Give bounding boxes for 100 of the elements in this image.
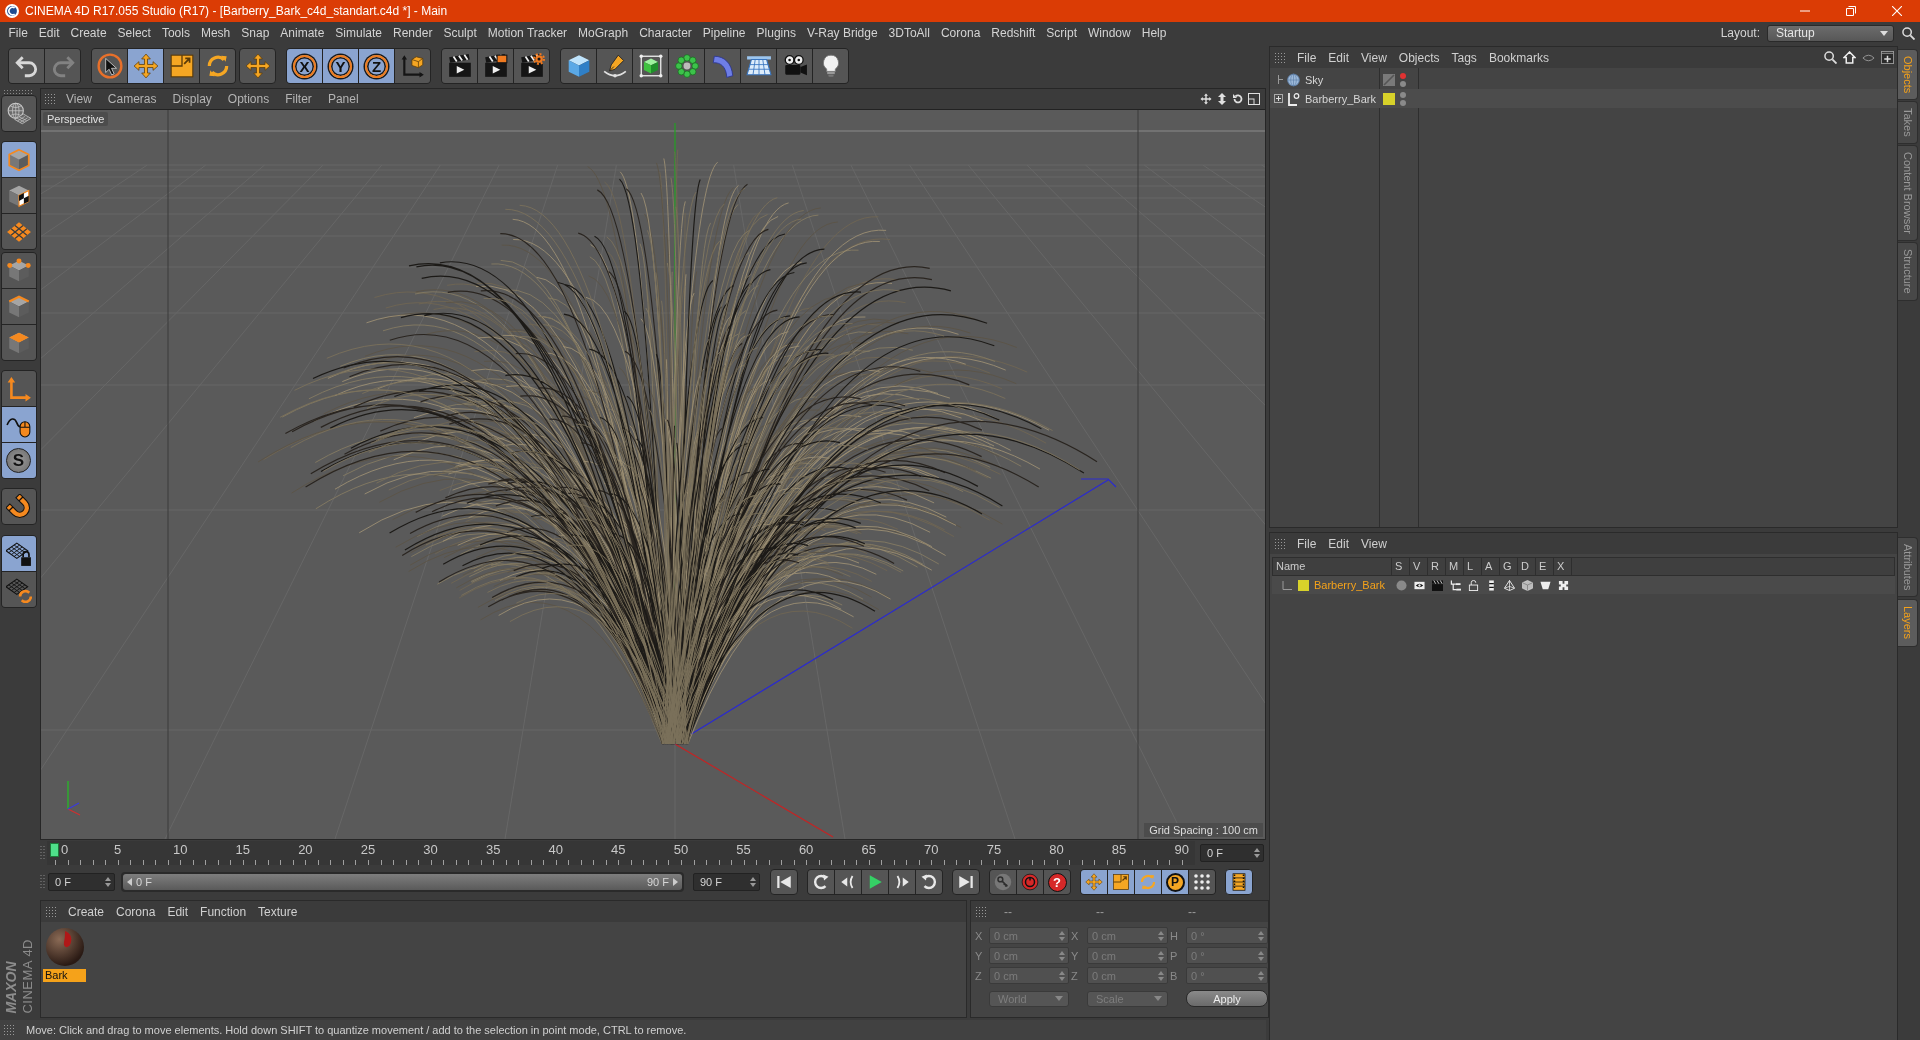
polygons-button[interactable] bbox=[1, 325, 36, 360]
column-header[interactable]: M bbox=[1446, 558, 1464, 575]
render-view-button[interactable] bbox=[442, 49, 477, 83]
menu-item[interactable]: Sculpt bbox=[437, 26, 483, 40]
next-key-button[interactable] bbox=[916, 870, 942, 894]
texture-button[interactable] bbox=[1, 178, 36, 213]
key-point-level-button[interactable] bbox=[1189, 870, 1215, 894]
spinner-icon[interactable] bbox=[750, 877, 756, 887]
menu-item[interactable]: Simulate bbox=[329, 26, 388, 40]
column-header[interactable]: L bbox=[1464, 558, 1482, 575]
menu-item[interactable]: Edit bbox=[33, 26, 66, 40]
unlocked-icon[interactable] bbox=[1467, 579, 1479, 591]
cup-icon[interactable] bbox=[1539, 579, 1551, 591]
panel-menu-item[interactable]: Edit bbox=[161, 904, 195, 919]
grip-icon[interactable] bbox=[1275, 51, 1287, 64]
hierarchy-icon[interactable] bbox=[1449, 579, 1461, 591]
move-button[interactable] bbox=[239, 48, 276, 84]
viewport-menu-item[interactable]: Display bbox=[164, 92, 220, 106]
new-panel-icon[interactable] bbox=[1881, 51, 1894, 64]
column-header[interactable]: X bbox=[1554, 558, 1572, 575]
material-name[interactable]: Bark bbox=[43, 969, 86, 982]
cube-icon[interactable] bbox=[1521, 579, 1533, 591]
pyramid-icon[interactable] bbox=[1503, 579, 1515, 591]
play-button[interactable] bbox=[862, 870, 888, 894]
align-workplane-button[interactable] bbox=[1, 572, 36, 607]
layer-color-swatch[interactable] bbox=[1298, 579, 1309, 591]
menu-item[interactable]: Snap bbox=[235, 26, 275, 40]
render-settings-button[interactable] bbox=[514, 49, 549, 83]
panel-menu-item[interactable]: Corona bbox=[110, 904, 162, 919]
frame-range-bar[interactable]: 0 F 90 F bbox=[123, 874, 682, 890]
menu-item[interactable]: Animate bbox=[274, 26, 330, 40]
rotate-button[interactable] bbox=[200, 49, 235, 83]
axis-lock-button[interactable]: Y bbox=[323, 49, 358, 83]
pen-button[interactable] bbox=[597, 49, 632, 83]
column-header[interactable]: Name bbox=[1273, 558, 1392, 575]
prev-key-button[interactable] bbox=[808, 870, 834, 894]
object-name[interactable]: Sky bbox=[1305, 73, 1324, 86]
viewport-canvas[interactable]: Perspective Grid Spacing : 100 cm bbox=[41, 109, 1265, 839]
menu-item[interactable]: Window bbox=[1082, 26, 1137, 40]
menu-item[interactable]: Help bbox=[1136, 26, 1172, 40]
next-frame-button[interactable] bbox=[889, 870, 915, 894]
panel-menu-item[interactable]: Tags bbox=[1445, 50, 1483, 65]
clapperboard-icon[interactable] bbox=[1431, 579, 1443, 591]
snap-button[interactable]: S bbox=[1, 443, 36, 478]
grip-icon[interactable] bbox=[46, 905, 58, 918]
spinner-icon[interactable] bbox=[1254, 848, 1260, 858]
grip-icon[interactable] bbox=[45, 93, 57, 105]
menu-item[interactable]: Redshift bbox=[985, 26, 1041, 40]
eye-icon[interactable] bbox=[1413, 579, 1425, 591]
timeline-ruler[interactable]: 0 5 10 15 20 25 30 35 40 45 50 55 60 65 70 75 80 85 90 bbox=[47, 841, 1195, 865]
grip-icon[interactable] bbox=[1275, 537, 1287, 550]
panel-menu-item[interactable]: File bbox=[1291, 536, 1323, 551]
material-sphere-icon[interactable] bbox=[44, 927, 85, 967]
grip-icon[interactable] bbox=[40, 846, 46, 860]
camera-button[interactable] bbox=[777, 49, 812, 83]
live-select-button[interactable] bbox=[92, 49, 127, 83]
restore-icon[interactable] bbox=[1846, 6, 1856, 16]
floor-button[interactable] bbox=[741, 49, 776, 83]
window-icon[interactable] bbox=[1248, 93, 1260, 105]
panel-menu-item[interactable]: Edit bbox=[1322, 536, 1356, 551]
column-header[interactable]: S bbox=[1392, 558, 1410, 575]
panel-menu-item[interactable]: File bbox=[1291, 50, 1323, 65]
render-picture-button[interactable] bbox=[478, 49, 513, 83]
spinner-icon[interactable] bbox=[105, 877, 111, 887]
viewport-menu-item[interactable]: Panel bbox=[319, 92, 367, 106]
points-button[interactable] bbox=[1, 253, 36, 288]
render-dot-icon[interactable] bbox=[1400, 80, 1406, 87]
axis-button[interactable] bbox=[1, 371, 36, 406]
magnet-button[interactable] bbox=[0, 488, 37, 525]
layer-name[interactable]: Barberry_Bark bbox=[1314, 579, 1385, 591]
move-button[interactable] bbox=[128, 49, 163, 83]
menu-item[interactable]: 3DToAll bbox=[883, 26, 936, 40]
editor-dot-icon[interactable] bbox=[1400, 72, 1406, 79]
menu-item[interactable]: Corona bbox=[935, 26, 986, 40]
panel-menu-item[interactable]: Bookmarks bbox=[1482, 50, 1555, 65]
panel-menu-item[interactable]: View bbox=[1355, 50, 1393, 65]
menu-item[interactable]: Character bbox=[633, 26, 698, 40]
viewport-menu-item[interactable]: Filter bbox=[277, 92, 320, 106]
menu-item[interactable]: Mesh bbox=[195, 26, 236, 40]
viewport-menu-item[interactable]: View bbox=[58, 92, 100, 106]
coordinate-system-button[interactable] bbox=[395, 49, 430, 83]
menu-item[interactable]: File bbox=[3, 26, 34, 40]
scale-button[interactable] bbox=[164, 49, 199, 83]
key-scale-button[interactable] bbox=[1108, 870, 1134, 894]
go-start-button[interactable] bbox=[770, 869, 798, 895]
layout-dropdown[interactable]: Startup bbox=[1767, 24, 1894, 42]
object-name[interactable]: Barberry_Bark bbox=[1305, 92, 1376, 105]
panel-menu-item[interactable]: Function bbox=[194, 904, 253, 919]
grip-icon[interactable] bbox=[40, 875, 46, 889]
axis-lock-button[interactable]: X bbox=[287, 49, 322, 83]
start-frame-field[interactable]: 0 F bbox=[48, 873, 115, 891]
cloner-button[interactable] bbox=[669, 49, 704, 83]
x-shape-icon[interactable] bbox=[1557, 579, 1569, 591]
axis-lock-button[interactable]: Z bbox=[359, 49, 394, 83]
panel-menu-item[interactable]: Edit bbox=[1322, 50, 1356, 65]
editor-dot-icon[interactable] bbox=[1400, 91, 1406, 98]
menu-item[interactable]: Plugins bbox=[751, 26, 802, 40]
current-frame-field[interactable]: 0 F bbox=[1200, 844, 1264, 862]
circle-icon[interactable] bbox=[1395, 579, 1407, 591]
column-header[interactable]: A bbox=[1482, 558, 1500, 575]
